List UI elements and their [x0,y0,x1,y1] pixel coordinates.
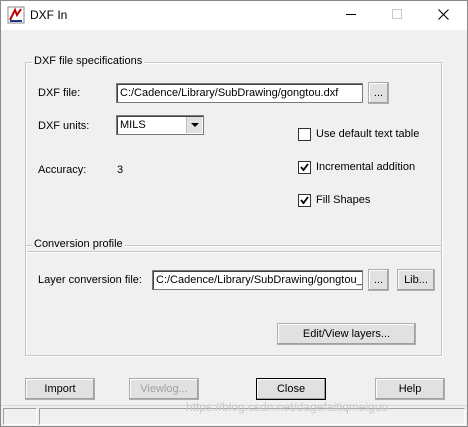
dxf-units-value: MILS [120,119,146,131]
import-button[interactable]: Import [25,378,95,400]
close-icon [437,8,449,23]
incremental-addition-label: Incremental addition [316,161,416,173]
window-title: DXF In [30,8,68,22]
layer-file-browse-button[interactable]: ... [368,269,389,291]
minimize-icon [346,9,356,22]
use-default-text-table-checkbox[interactable] [298,128,311,141]
fill-shapes-checkbox[interactable] [298,194,311,207]
use-default-text-table-label: Use default text table [316,128,420,140]
layer-conversion-file-label: Layer conversion file: [38,274,142,286]
fill-shapes-label: Fill Shapes [316,194,371,206]
close-window-button[interactable] [420,1,466,30]
help-button[interactable]: Help [375,378,445,400]
viewlog-button[interactable]: Viewlog... [129,378,199,400]
maximize-icon [392,9,402,22]
accuracy-value: 3 [117,164,124,176]
title-bar[interactable]: DXF In [1,1,467,30]
minimize-button[interactable] [328,1,374,30]
group-legend: DXF file specifications [32,55,145,67]
close-button[interactable]: Close [256,378,326,400]
dxf-units-select[interactable]: MILS [116,115,204,135]
watermark-text: https://blog.csdn.net/dagefaitiqmeiguo [186,400,389,414]
dxf-in-dialog: DXF In DXF file specifications DXF file:… [0,0,468,427]
dxf-units-label: DXF units: [38,120,90,132]
chevron-down-icon [186,117,202,133]
dxf-file-input[interactable]: C:/Cadence/Library/SubDrawing/gongtou.dx… [116,83,363,103]
app-icon [7,6,25,24]
dxf-file-browse-button[interactable]: ... [368,82,389,104]
incremental-addition-checkbox[interactable] [298,161,311,174]
accuracy-label: Accuracy: [38,164,87,176]
maximize-button [374,1,420,30]
edit-view-layers-button[interactable]: Edit/View layers... [277,323,416,345]
dialog-body: DXF file specifications DXF file: C:/Cad… [1,30,467,426]
status-pane [3,408,37,425]
layer-conversion-file-input[interactable]: C:/Cadence/Library/SubDrawing/gongtou_ [152,270,363,290]
dxf-file-label: DXF file: [38,87,81,99]
lib-button[interactable]: Lib... [397,269,435,291]
group-legend: Conversion profile [32,238,125,250]
